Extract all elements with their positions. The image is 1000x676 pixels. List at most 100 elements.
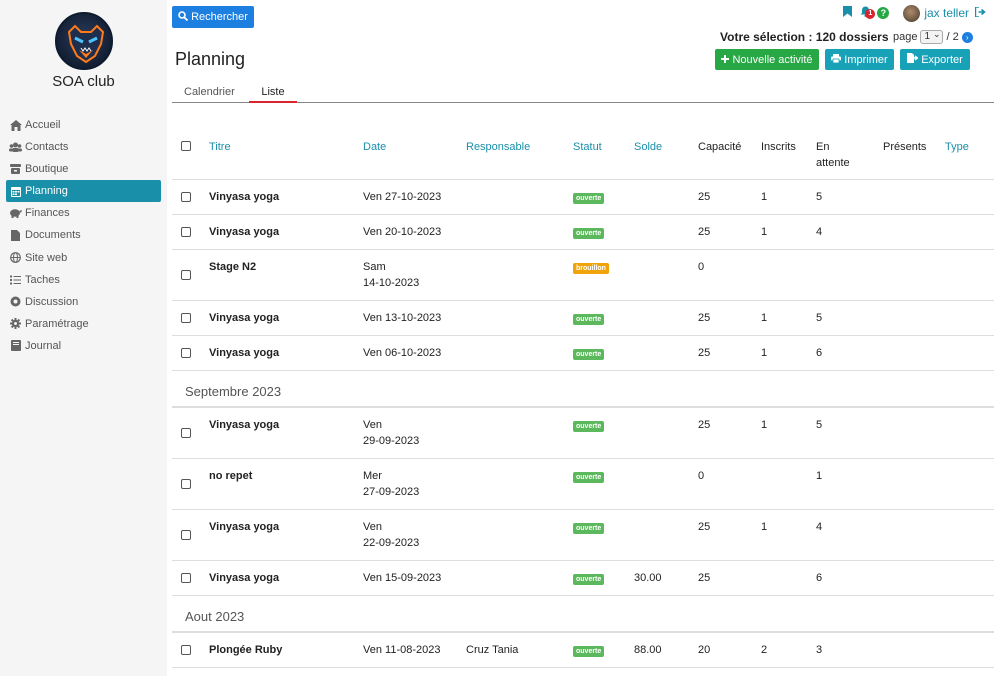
help-icon[interactable]: ? <box>877 7 890 19</box>
column-header-inscrits: Inscrits <box>761 141 796 153</box>
sidebar-item-label: Journal <box>25 339 62 352</box>
sidebar-item-planning[interactable]: Planning <box>6 180 161 203</box>
sidebar-item-boutique[interactable]: Boutique <box>6 158 161 180</box>
row-date: Ven 22-09-2023 <box>363 519 419 551</box>
sidebar-item-journal[interactable]: Journal <box>6 335 161 357</box>
row-title[interactable]: no repet <box>209 468 252 484</box>
row-title[interactable]: Vinyasa yoga <box>209 189 279 205</box>
status-badge: ouverte <box>573 472 605 483</box>
row-checkbox[interactable] <box>181 573 191 583</box>
column-header-type[interactable]: Type <box>945 139 969 155</box>
page-select[interactable]: 1 <box>920 28 944 44</box>
table-row[interactable]: Vinyasa yoga Ven 20-10-2023 ouverte 25 1… <box>172 215 994 250</box>
status-badge: ouverte <box>573 314 605 325</box>
status-badge: ouverte <box>573 421 605 432</box>
row-checkbox[interactable] <box>181 270 191 280</box>
select-all-checkbox[interactable] <box>181 141 191 151</box>
month-group-header: Aout 2023 <box>172 596 994 633</box>
row-checkbox[interactable] <box>181 428 191 438</box>
export-button[interactable]: Exporter <box>900 49 970 70</box>
column-header-solde[interactable]: Solde <box>634 139 662 155</box>
bookmark-icon[interactable] <box>843 6 853 20</box>
row-registered: 1 <box>761 419 768 431</box>
sidebar-item-label: Planning <box>25 185 68 198</box>
gear-icon <box>9 317 22 330</box>
row-title[interactable]: Vinyasa yoga <box>209 224 279 240</box>
table-row[interactable]: Vinyasa yoga Ven 06-10-2023 ouverte 25 1… <box>172 336 994 371</box>
sidebar-item-site-web[interactable]: Site web <box>6 247 161 269</box>
table-row[interactable]: Vinyasa yoga Ven 13-10-2023 ouverte 25 1… <box>172 301 994 336</box>
page-title: Planning <box>175 49 246 69</box>
sidebar-item-label: Contacts <box>25 141 69 154</box>
sidebar-item-discussion[interactable]: Discussion <box>6 291 161 313</box>
table-row[interactable]: Vinyasa yoga Ven 15-09-2023 ouverte 30.0… <box>172 561 994 596</box>
column-header-capacite: Capacité <box>698 141 742 153</box>
next-page-icon[interactable]: › <box>961 31 973 43</box>
row-checkbox[interactable] <box>181 313 191 323</box>
row-title[interactable]: Vinyasa yoga <box>209 345 279 361</box>
sidebar-item-documents[interactable]: Documents <box>6 224 161 246</box>
tab-list[interactable]: Liste <box>249 86 297 103</box>
row-capacity: 25 <box>698 347 711 359</box>
column-header-responsable[interactable]: Responsable <box>466 139 530 155</box>
calendar-icon <box>9 185 22 198</box>
row-checkbox[interactable] <box>181 479 191 489</box>
row-checkbox[interactable] <box>181 348 191 358</box>
row-date-day: Ven <box>363 419 382 431</box>
sidebar-item-label: Site web <box>25 251 68 264</box>
logout-icon[interactable] <box>974 6 986 20</box>
search-button[interactable]: Rechercher <box>172 6 254 28</box>
row-title[interactable]: Vinyasa yoga <box>209 417 279 433</box>
row-date: Ven 13-10-2023 <box>363 312 442 324</box>
sidebar-item-taches[interactable]: Taches <box>6 269 161 291</box>
search-icon <box>178 10 189 24</box>
row-date: Sam 14-10-2023 <box>363 259 419 291</box>
column-header-date[interactable]: Date <box>363 139 386 155</box>
table-row[interactable]: Plongée Ruby Ven 11-08-2023 Cruz Tania o… <box>172 633 994 668</box>
page-label: page <box>893 31 918 43</box>
column-header-statut[interactable]: Statut <box>573 139 602 155</box>
table-row[interactable]: Vinyasa yoga Ven 22-09-2023 ouverte 25 1 … <box>172 510 994 561</box>
table-row[interactable]: Vinyasa yoga Ven 27-10-2023 ouverte 25 1… <box>172 180 994 215</box>
sidebar-item-parametrage[interactable]: Paramétrage <box>6 313 161 335</box>
row-title[interactable]: Stage N2 <box>209 259 256 275</box>
row-title[interactable]: Vinyasa yoga <box>209 519 279 535</box>
club-logo[interactable] <box>55 12 113 70</box>
sidebar-item-contacts[interactable]: Contacts <box>6 136 161 158</box>
table-row[interactable]: no repet Mer 27-09-2023 ouverte 0 1 <box>172 459 994 510</box>
row-checkbox[interactable] <box>181 227 191 237</box>
row-balance: 88.00 <box>634 644 662 656</box>
table-row[interactable]: Vinyasa yoga Ven 29-09-2023 ouverte 25 1 … <box>172 408 994 459</box>
notification-count-badge: 1 <box>865 9 876 19</box>
export-label: Exporter <box>921 53 963 66</box>
row-checkbox[interactable] <box>181 530 191 540</box>
row-title[interactable]: Vinyasa yoga <box>209 570 279 586</box>
tab-calendar[interactable]: Calendrier <box>184 86 235 98</box>
column-header-titre[interactable]: Titre <box>209 139 231 155</box>
row-checkbox[interactable] <box>181 645 191 655</box>
row-capacity: 25 <box>698 521 711 533</box>
row-title[interactable]: Plongée Ruby <box>209 642 282 658</box>
notifications-bell-icon[interactable]: 1 <box>860 6 876 20</box>
month-group-label: Septembre 2023 <box>185 384 282 399</box>
users-icon <box>9 141 22 154</box>
new-activity-button[interactable]: Nouvelle activité <box>715 49 819 70</box>
sidebar-item-accueil[interactable]: Accueil <box>6 114 161 136</box>
column-header-en-attente: En attente <box>816 139 850 171</box>
print-button[interactable]: Imprimer <box>825 49 894 70</box>
user-name-link[interactable]: jax teller <box>924 6 969 20</box>
avatar[interactable] <box>903 4 921 22</box>
club-name: SOA club <box>52 73 115 90</box>
tasks-icon <box>9 273 22 286</box>
activities-table: Titre Date Responsable Statut Solde Capa… <box>172 130 994 668</box>
row-title[interactable]: Vinyasa yoga <box>209 310 279 326</box>
status-badge: ouverte <box>573 646 605 657</box>
column-header-en-attente-line1: En <box>816 141 830 153</box>
row-date: Ven 15-09-2023 <box>363 572 442 584</box>
sidebar-item-finances[interactable]: Finances <box>6 202 161 224</box>
row-checkbox[interactable] <box>181 192 191 202</box>
table-row[interactable]: Stage N2 Sam 14-10-2023 brouillon 0 <box>172 250 994 301</box>
plus-icon <box>721 54 730 66</box>
globe-icon <box>9 251 22 264</box>
row-waiting: 1 <box>816 470 823 482</box>
